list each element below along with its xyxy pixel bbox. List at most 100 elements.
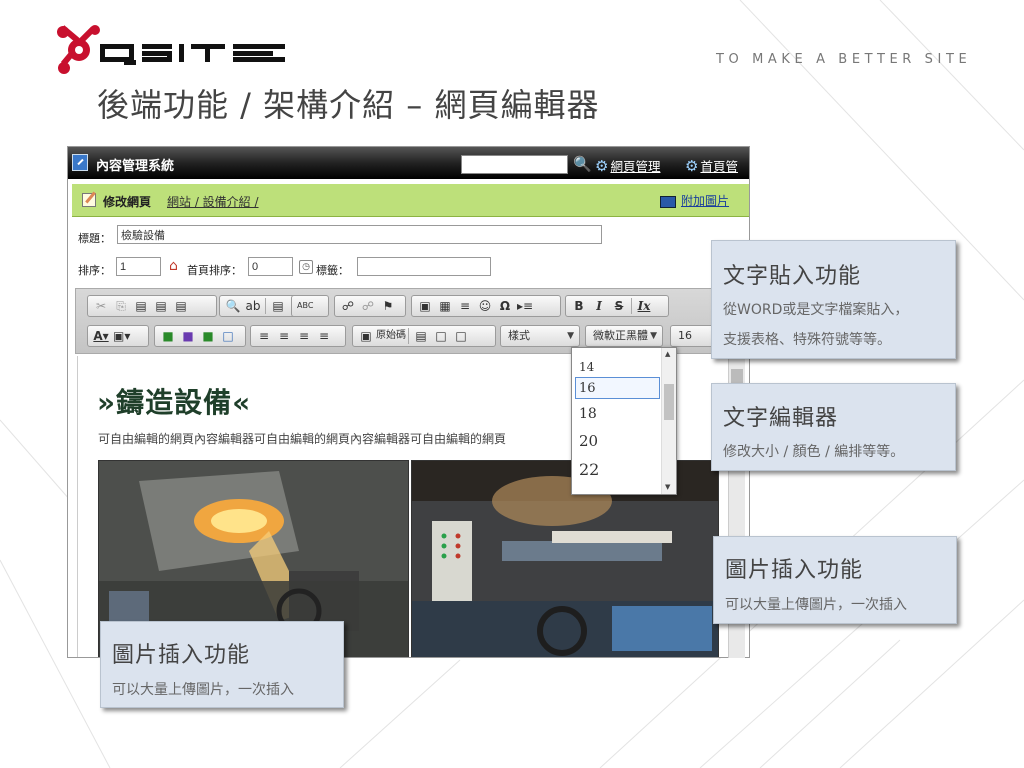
source-icon[interactable]: ▣ [356,327,376,345]
callout-paste-text: 文字貼入功能 從WORD或是文字檔案貼入， 支援表格、特殊符號等等。 [711,240,956,359]
cut-icon[interactable]: ✂ [91,297,111,315]
callout-desc-line: 從WORD或是文字檔案貼入， [723,302,909,318]
nav-label: 網頁管理 [610,159,661,174]
align-justify-icon[interactable]: ≡ [314,327,334,345]
attach-image-link[interactable]: 附加圖片 [660,192,729,209]
scroll-up-icon[interactable]: ▲ [665,350,670,358]
align-left-icon[interactable]: ≡ [254,327,274,345]
purple-plugin-icon[interactable]: ■ [178,327,198,345]
slide: TO MAKE A BETTER SITE 後端功能 / 架構介紹 – 網頁編輯… [0,0,1024,768]
font-size-option[interactable]: 14 [579,360,594,374]
toolbar-separator [631,298,632,314]
callout-title: 文字貼入功能 [723,264,862,289]
font-size-option-selected[interactable]: 16 [579,381,596,396]
align-center-icon[interactable]: ≡ [274,327,294,345]
slide-title: 後端功能 / 架構介紹 – 網頁編輯器 [97,86,600,124]
horizontal-rule-icon[interactable]: ≡ [455,297,475,315]
style-combo[interactable]: 樣式 ▼ [500,325,580,347]
gear-icon: ⚙ [595,157,609,175]
smiley-icon[interactable]: ☺ [475,297,495,315]
strike-icon[interactable]: S [609,297,629,315]
cms-system-name: 內容管理系統 [96,159,175,174]
tag-label: 標籤： [316,264,349,277]
image-insert-icon[interactable]: ▣ [415,297,435,315]
callout-title: 文字編輯器 [723,406,839,431]
new-page-icon[interactable]: □ [431,327,451,345]
save-icon[interactable]: ▤ [411,327,431,345]
spellcheck-icon[interactable]: ABC [295,297,315,315]
document-heading[interactable]: »鑄造設備« [97,381,251,421]
callout-desc-line: 支援表格、特殊符號等等。 [723,332,891,348]
callout-image-insert-left: 圖片插入功能 可以大量上傳圖片，一次插入 [100,621,344,708]
edit-pencil-icon [82,193,96,207]
image-icon [660,195,676,208]
paste-icon[interactable]: ▤ [131,297,151,315]
find-icon[interactable]: 🔍 [223,297,243,315]
cms-header-bar: 內容管理系統 🔍 ⚙ 網頁管理 ⚙ 首頁管 [68,147,749,179]
nav-page-management[interactable]: ⚙ 網頁管理 [595,156,660,175]
format-group: B I S Ix [565,295,669,317]
copy-icon[interactable]: ⎘ [111,297,131,315]
font-size-option[interactable]: 18 [579,406,597,422]
tagline: TO MAKE A BETTER SITE [716,52,972,67]
gear-icon: ⚙ [685,157,699,175]
font-combo-value: 微軟正黑體 [593,329,648,342]
form-group: ■ ■ ■ □ [154,325,246,347]
toolbar-separator [265,298,266,314]
special-char-icon[interactable]: Ω [495,297,515,315]
spellcheck-group: ABC [291,295,329,317]
title-input[interactable] [117,225,602,244]
qsite-logo [57,25,285,74]
align-right-icon[interactable]: ≡ [294,327,314,345]
select-all-icon[interactable]: ▤ [268,297,288,315]
document-body-text[interactable]: 可自由編輯的網頁內容編輯器可自由編輯的網頁內容編輯器可自由編輯的網頁 [98,430,506,447]
home-sort-label: 首頁排序： [187,264,242,277]
green-plugin-2-icon[interactable]: ■ [198,327,218,345]
source-label[interactable]: 原始碼 [376,327,406,345]
unlink-icon[interactable]: ☍ [358,297,378,315]
preview-icon[interactable]: □ [451,327,471,345]
replace-icon[interactable]: ab [243,297,263,315]
font-size-option[interactable]: 20 [579,432,598,450]
sort-label: 排序： [78,264,111,277]
callout-image-insert-right: 圖片插入功能 可以大量上傳圖片，一次插入 [713,536,957,624]
cms-search-input[interactable] [461,155,568,174]
font-size-dropdown[interactable]: 14 16 18 20 22 ▲ ▼ [571,347,677,495]
page-break-icon[interactable]: ▸≡ [515,297,535,315]
nav-home-management[interactable]: ⚙ 首頁管 [685,156,738,175]
bg-color-icon[interactable]: ▣▾ [111,327,132,345]
scroll-down-icon[interactable]: ▼ [665,483,670,491]
source-group: ▣ 原始碼 ▤ □ □ [352,325,496,347]
paste-text-icon[interactable]: ▤ [151,297,171,315]
remove-format-icon[interactable]: Ix [634,297,654,315]
text-color-icon[interactable]: A▾ [91,327,111,345]
insert-group: ▣ ▦ ≡ ☺ Ω ▸≡ [411,295,561,317]
home-sort-input[interactable] [248,257,293,276]
font-size-option[interactable]: 22 [579,460,599,479]
font-combo[interactable]: 微軟正黑體 ▼ [585,325,663,347]
callout-title: 圖片插入功能 [725,558,864,583]
editor-toolbar: ✂ ⎘ ▤ ▤ ▤ 🔍 ab ▤ ABC ☍ ☍ ⚑ ▣ ▦ ≡ ☺ Ω ▸≡ … [75,288,742,354]
bold-icon[interactable]: B [569,297,589,315]
search-icon[interactable]: 🔍 [573,155,592,173]
italic-icon[interactable]: I [589,297,609,315]
table-icon[interactable]: ▦ [435,297,455,315]
dropdown-scrollbar[interactable]: ▲ ▼ [661,348,676,494]
sort-input[interactable] [116,257,161,276]
green-plugin-icon[interactable]: ■ [158,327,178,345]
book-icon[interactable]: □ [218,327,238,345]
tag-input[interactable] [357,257,491,276]
callout-title: 圖片插入功能 [112,643,251,668]
dropdown-scroll-thumb[interactable] [664,384,674,420]
align-group: ≡ ≡ ≡ ≡ [250,325,346,347]
link-icon[interactable]: ☍ [338,297,358,315]
breadcrumb[interactable]: 網站 / 設備介紹 / [167,193,259,210]
chevron-down-icon: ▼ [650,331,657,341]
style-combo-value: 樣式 [508,329,530,342]
color-group: A▾ ▣▾ [87,325,149,347]
anchor-flag-icon[interactable]: ⚑ [378,297,398,315]
tag-icon: ◷ [299,260,313,274]
paste-word-icon[interactable]: ▤ [171,297,191,315]
callout-desc-line: 修改大小 / 顏色 / 編排等等。 [723,444,905,460]
editor-scroll-thumb[interactable] [731,369,743,383]
